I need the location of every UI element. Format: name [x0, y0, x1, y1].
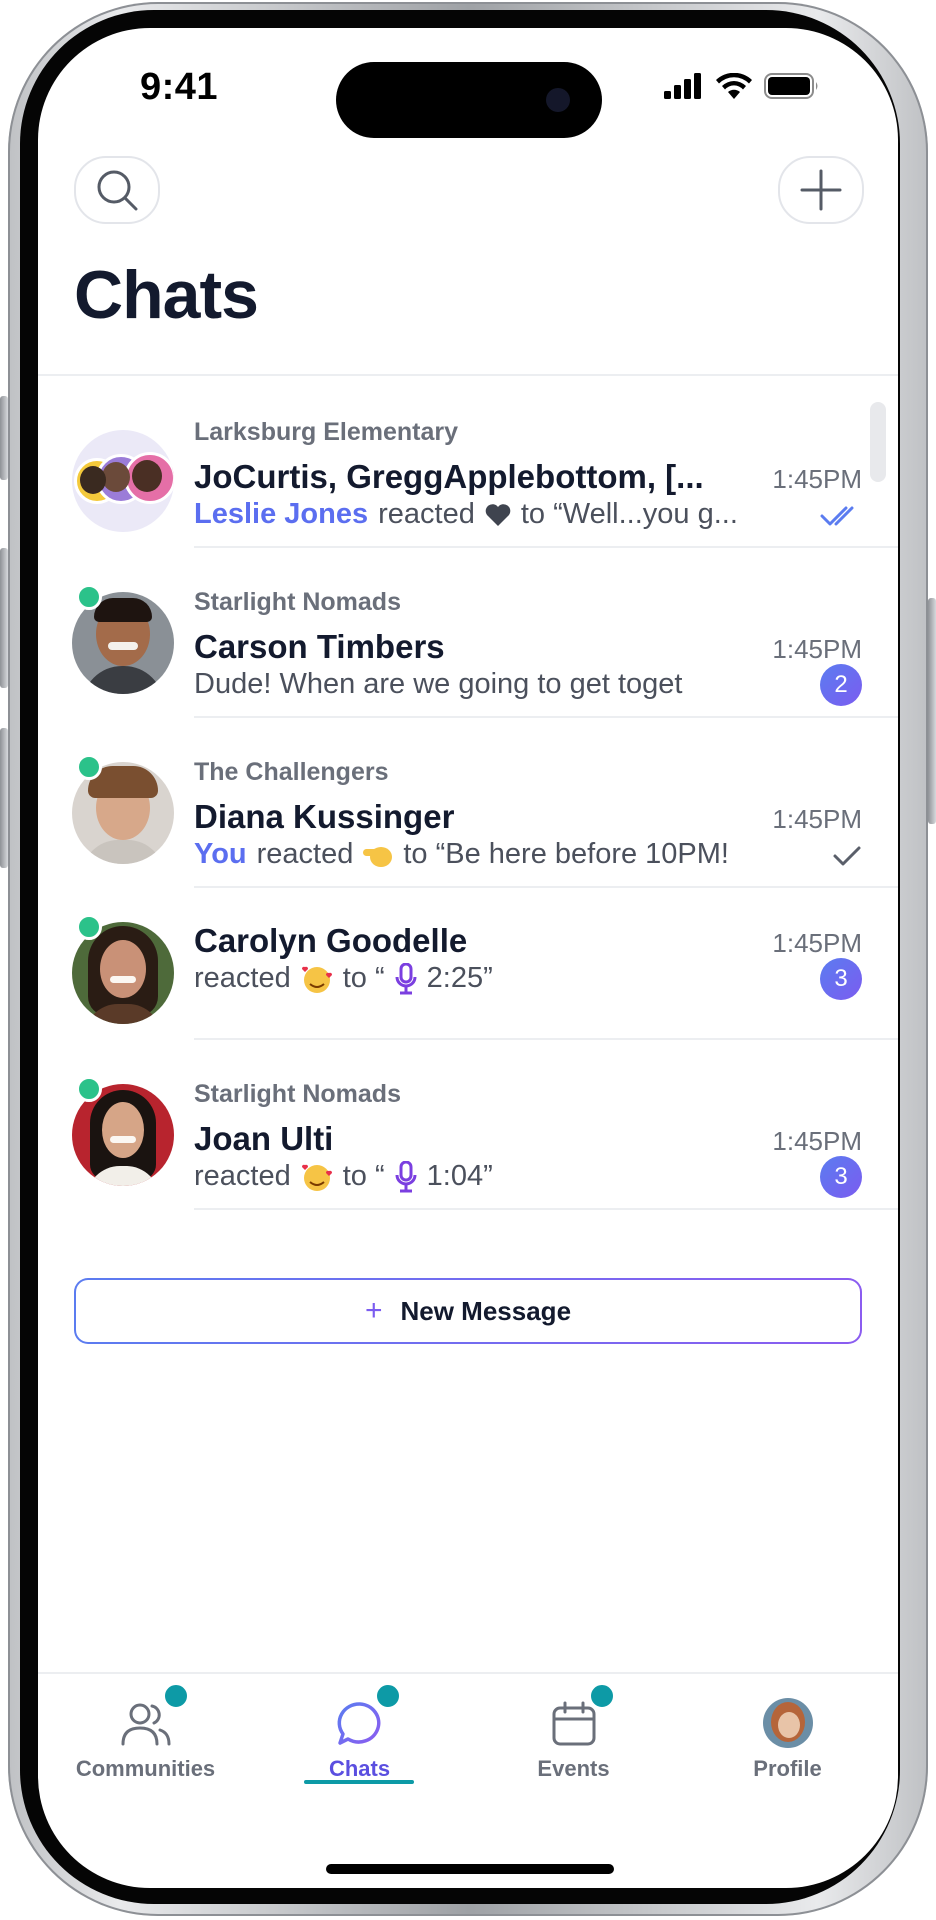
chat-group-name: The Challengers [194, 758, 389, 786]
page-title: Chats [74, 257, 259, 333]
home-indicator[interactable] [326, 1864, 614, 1874]
chat-preview: You reacted to “Be here before 10PM! [194, 838, 729, 871]
preview-sender: Leslie Jones [194, 498, 369, 530]
volume-down-button [0, 728, 8, 868]
unread-badge: 2 [820, 664, 862, 706]
chat-group-name: Larksburg Elementary [194, 418, 458, 446]
online-indicator [76, 754, 102, 780]
chat-time: 1:45PM [772, 928, 862, 958]
double-check-icon [820, 506, 854, 526]
tab-label: Profile [753, 1756, 822, 1781]
preview-reaction: reacted [256, 838, 354, 870]
online-indicator [76, 914, 102, 940]
notification-dot [161, 1682, 190, 1710]
chat-name: Diana Kussinger [194, 798, 455, 835]
chat-row-joan[interactable]: Starlight Nomads Joan Ulti 1:45PM reacte… [38, 1040, 898, 1210]
search-button[interactable] [74, 156, 160, 224]
tab-profile[interactable]: Profile [680, 1688, 895, 1798]
online-indicator [76, 584, 102, 610]
chat-preview: Dude! When are we going to get toget [194, 668, 682, 701]
chat-name: Joan Ulti [194, 1120, 334, 1157]
cellular-signal-icon [664, 73, 701, 99]
online-indicator [76, 1076, 102, 1102]
chat-name: Carson Timbers [194, 628, 445, 665]
chat-time: 1:45PM [772, 634, 862, 664]
smiling-hearts-emoji-icon [301, 966, 332, 993]
tab-label: Communities [75, 1756, 216, 1781]
tab-icon-wrap [762, 1688, 813, 1748]
group-avatar [72, 430, 174, 532]
tab-communities[interactable]: Communities [38, 1682, 253, 1798]
chat-name: JoCurtis, GreggApplebottom, [... [194, 458, 704, 495]
preview-prefix: to “ [342, 1160, 385, 1192]
unread-badge: 3 [820, 958, 862, 1000]
battery-icon [764, 73, 818, 99]
chat-name: Carolyn Goodelle [194, 922, 468, 959]
chat-time: 1:45PM [772, 804, 862, 834]
chat-time: 1:45PM [772, 1126, 862, 1156]
people-icon [121, 1703, 170, 1746]
header-divider [38, 374, 898, 376]
volume-up-button [0, 548, 8, 688]
chat-preview: reacted to “ 2:25” [194, 962, 493, 995]
profile-avatar [762, 1698, 813, 1748]
pointing-hand-emoji-icon [363, 846, 393, 867]
search-icon [97, 170, 138, 211]
smiling-hearts-emoji-icon [301, 1164, 332, 1191]
preview-reaction: reacted [378, 498, 475, 530]
preview-reaction: reacted [194, 962, 291, 994]
preview-text: Dude! When are we going to get toget [194, 668, 683, 700]
preview-sender: You [194, 838, 247, 870]
tab-label: Chats [328, 1756, 391, 1781]
chat-time: 1:45PM [772, 464, 862, 494]
camera-icon [546, 88, 570, 112]
tab-icon-wrap [550, 1682, 616, 1748]
tab-label: Events [537, 1756, 610, 1781]
new-message-button[interactable]: + New Message [74, 1278, 862, 1344]
new-chat-button[interactable] [778, 156, 864, 224]
plus-icon [800, 169, 842, 211]
power-button [928, 598, 936, 824]
chat-preview: Leslie Jones reacted to “Well...you g... [194, 498, 738, 531]
preview-reaction: reacted [194, 1160, 291, 1192]
microphone-icon [395, 962, 417, 994]
plus-icon: + [364, 1294, 383, 1327]
active-tab-indicator [304, 1780, 414, 1784]
notification-dot [587, 1682, 616, 1710]
status-icons [664, 72, 820, 100]
chat-row-larksburg[interactable]: Larksburg Elementary JoCurtis, GreggAppl… [38, 378, 898, 548]
sent-check-icon [833, 846, 861, 866]
heart-icon [485, 503, 511, 526]
nav-divider [38, 1672, 898, 1674]
chat-row-diana[interactable]: The Challengers Diana Kussinger 1:45PM Y… [38, 718, 898, 888]
tab-events[interactable]: Events [466, 1682, 681, 1798]
voice-duration: 1:04” [426, 1160, 493, 1192]
new-message-label: New Message [400, 1295, 572, 1326]
tab-icon-wrap [120, 1682, 190, 1748]
row-divider [194, 1208, 898, 1210]
preview-text: to “Be here before 10PM! [403, 838, 729, 870]
notification-dot [373, 1682, 402, 1710]
chat-row-carson[interactable]: Starlight Nomads Carson Timbers 1:45PM D… [38, 548, 898, 718]
unread-badge: 3 [820, 1156, 862, 1198]
status-time: 9:41 [140, 66, 219, 108]
phone-screen: 9:41 Chats Larksburg Elementary JoCurtis… [38, 28, 898, 1888]
wifi-icon [716, 73, 752, 99]
tab-icon-wrap [336, 1682, 402, 1748]
dynamic-island [336, 62, 602, 138]
chat-row-carolyn[interactable]: Carolyn Goodelle 1:45PM reacted to “ 2:2… [38, 888, 898, 1040]
chat-preview: reacted to “ 1:04” [194, 1160, 493, 1193]
chat-group-name: Starlight Nomads [194, 1080, 401, 1108]
chat-group-name: Starlight Nomads [194, 588, 401, 616]
voice-duration: 2:25” [426, 962, 493, 994]
preview-text: to “Well...you g... [520, 498, 738, 530]
calendar-icon [552, 1701, 595, 1746]
chat-bubble-icon [337, 1702, 380, 1745]
action-button [0, 396, 8, 480]
microphone-icon [395, 1160, 417, 1192]
chat-list: Larksburg Elementary JoCurtis, GreggAppl… [38, 378, 898, 1210]
preview-prefix: to “ [342, 962, 385, 994]
